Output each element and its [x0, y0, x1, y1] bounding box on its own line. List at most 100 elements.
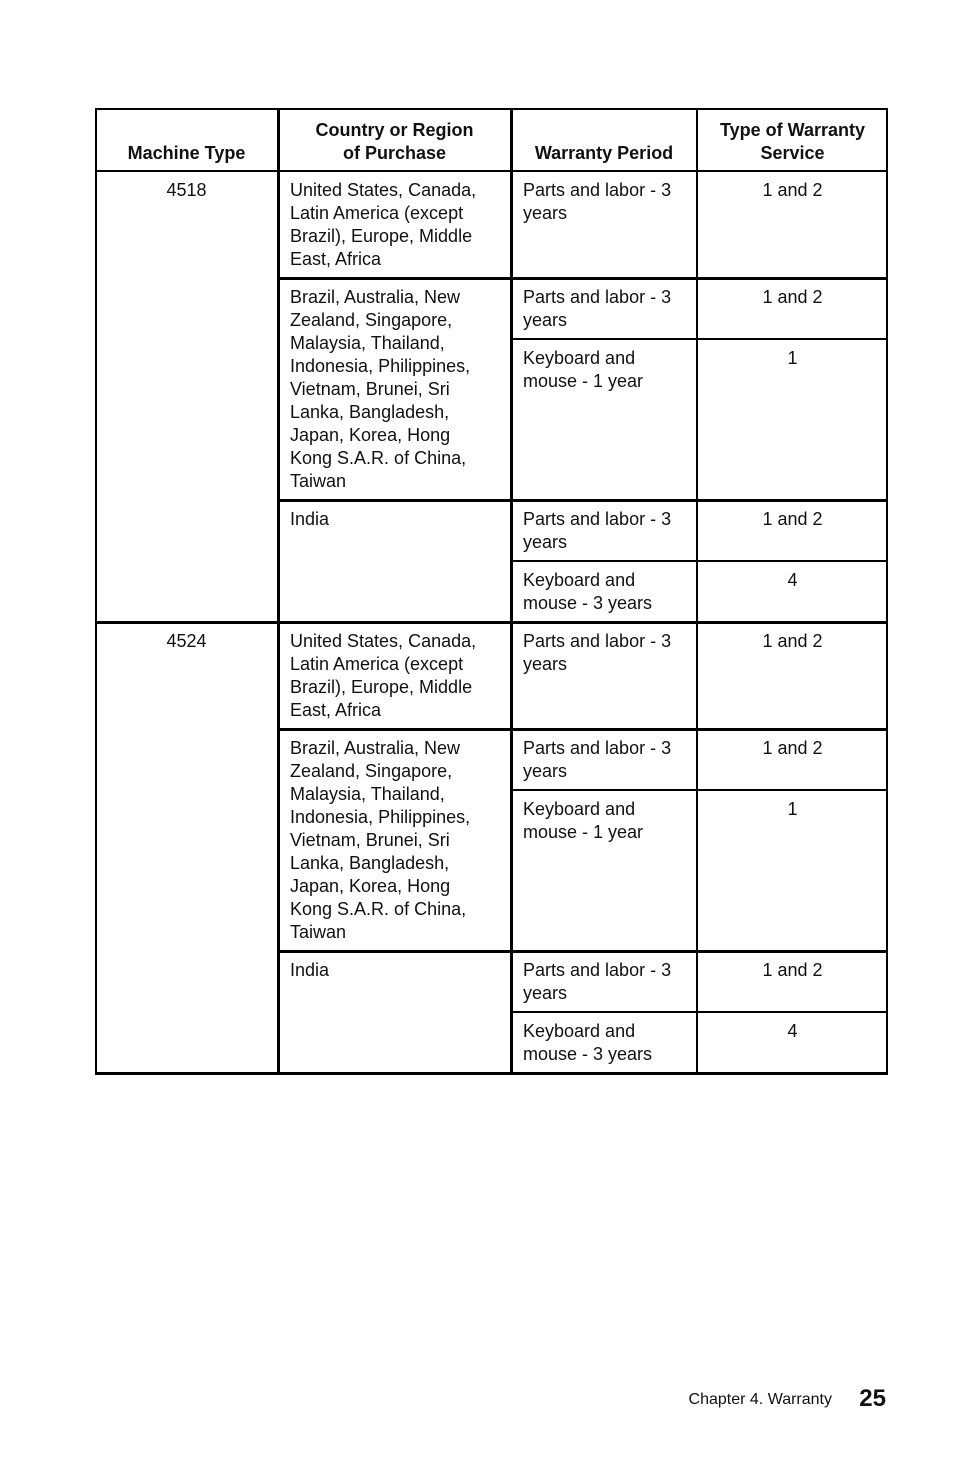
warranty-period-cell-line: mouse - 1 year	[523, 822, 644, 842]
warranty-period-cell-line: mouse - 3 years	[523, 1044, 653, 1064]
warranty-period-cell: Keyboard and mouse - 1 year	[511, 798, 697, 844]
warranty-period-cell-line: years	[523, 761, 568, 781]
service-type-cell: 1 and 2	[762, 180, 823, 200]
region-cell-line: Lanka, Bangladesh,	[290, 853, 450, 873]
service-type-cell: 1 and 2	[762, 631, 823, 651]
region-cell-line: United States, Canada,	[290, 631, 477, 651]
warranty-period-cell-line: Parts and labor - 3	[523, 287, 672, 307]
table-rule	[696, 109, 698, 1074]
warranty-period-cell-line: Parts and labor - 3	[523, 738, 672, 758]
table-rule	[278, 728, 888, 731]
region-cell-line: Kong S.A.R. of China,	[290, 448, 467, 468]
page-footer: Chapter 4. Warranty 25	[0, 1385, 954, 1415]
warranty-period-cell: Keyboard and mouse - 1 year	[511, 347, 697, 393]
warranty-period-cell-line: Keyboard and	[523, 1021, 636, 1041]
region-cell-line: Brazil), Europe, Middle	[290, 226, 473, 246]
warranty-period-cell-line: Keyboard and	[523, 799, 636, 819]
header-country: Country or Region of Purchase	[278, 119, 511, 165]
header-machine-type: Machine Type	[95, 142, 278, 165]
warranty-period-cell: Keyboard and mouse - 3 years	[511, 1020, 697, 1066]
region-cell-line: Brazil, Australia, New	[290, 738, 461, 758]
region-cell-line: United States, Canada,	[290, 180, 477, 200]
header-text: Service	[760, 143, 825, 163]
service-type-cell: 4	[787, 1021, 798, 1041]
region-cell-line: Taiwan	[290, 471, 347, 491]
service-type-cell: 1	[787, 799, 798, 819]
region-cell-line: Zealand, Singapore,	[290, 761, 453, 781]
warranty-period-cell-line: years	[523, 983, 568, 1003]
table-rule	[510, 109, 513, 1074]
table-rule	[278, 277, 888, 280]
warranty-period-cell-line: years	[523, 654, 568, 674]
region-cell-line: Indonesia, Philippines,	[290, 807, 471, 827]
service-type-cell: 1 and 2	[762, 738, 823, 758]
table-rule	[95, 1072, 888, 1075]
header-text: Machine Type	[127, 143, 246, 163]
service-type-cell: 4	[787, 570, 798, 590]
region-cell-line: Taiwan	[290, 922, 347, 942]
region-cell-line: Lanka, Bangladesh,	[290, 402, 450, 422]
region-cell-line: India	[290, 960, 330, 980]
table-rule	[95, 170, 888, 172]
warranty-period-cell-line: Parts and labor - 3	[523, 509, 672, 529]
warranty-period-cell: Parts and labor - 3 years	[511, 179, 697, 225]
warranty-period-cell-line: years	[523, 310, 568, 330]
region-cell-line: Zealand, Singapore,	[290, 310, 453, 330]
warranty-period-cell: Keyboard and mouse - 3 years	[511, 569, 697, 615]
service-type-cell: 1 and 2	[762, 509, 823, 529]
table-rule	[95, 108, 888, 110]
region-cell: United States, Canada, Latin America (exc…	[278, 179, 511, 271]
region-cell: United States, Canada, Latin America (exc…	[278, 630, 511, 722]
header-text: Warranty Period	[534, 143, 674, 163]
region-cell-line: East, Africa	[290, 700, 382, 720]
region-cell-line: Malaysia, Thailand,	[290, 784, 445, 804]
machine-type-cell: 4518	[166, 180, 207, 200]
region-cell-line: Kong S.A.R. of China,	[290, 899, 467, 919]
region-cell-line: Vietnam, Brunei, Sri	[290, 379, 450, 399]
warranty-period-cell: Parts and labor - 3 years	[511, 959, 697, 1005]
page-number: 25	[859, 1385, 886, 1412]
table-rule	[277, 109, 280, 1074]
warranty-period-cell-line: Parts and labor - 3	[523, 960, 672, 980]
service-type-cell: 1 and 2	[762, 287, 823, 307]
table-rule	[278, 499, 888, 502]
machine-type-cell: 4524	[166, 631, 207, 651]
region-cell-line: Malaysia, Thailand,	[290, 333, 445, 353]
warranty-table: Machine Type Country or Region of Purcha…	[95, 108, 888, 1075]
region-cell: India	[278, 508, 511, 531]
warranty-period-cell-line: Keyboard and	[523, 348, 636, 368]
region-cell-line: Japan, Korea, Hong	[290, 425, 451, 445]
region-cell-line: Vietnam, Brunei, Sri	[290, 830, 450, 850]
table-rule	[511, 560, 888, 562]
table-rule	[511, 1011, 888, 1013]
warranty-period-cell-line: Keyboard and	[523, 570, 636, 590]
header-warranty-period: Warranty Period	[511, 142, 697, 165]
warranty-period-cell-line: mouse - 3 years	[523, 593, 653, 613]
region-cell-line: Indonesia, Philippines,	[290, 356, 471, 376]
table-rule	[278, 950, 888, 953]
region-cell-line: East, Africa	[290, 249, 382, 269]
region-cell-line: India	[290, 509, 330, 529]
region-cell: Brazil, Australia, New Zealand, Singapore…	[278, 286, 511, 493]
table-rule	[95, 109, 97, 1074]
table-rule	[886, 109, 888, 1074]
warranty-period-cell: Parts and labor - 3 years	[511, 737, 697, 783]
header-text: Type of Warranty	[719, 120, 866, 140]
chapter-title: Chapter 4. Warranty	[688, 1391, 832, 1408]
warranty-period-cell-line: years	[523, 532, 568, 552]
service-type-cell: 1	[787, 348, 798, 368]
region-cell-line: Brazil), Europe, Middle	[290, 677, 473, 697]
header-service-type: Type of Warranty Service	[697, 119, 888, 165]
table-rule	[511, 338, 888, 340]
warranty-period-cell-line: Parts and labor - 3	[523, 631, 672, 651]
table-rule	[95, 621, 888, 624]
header-text: of Purchase	[342, 143, 447, 163]
region-cell-line: Japan, Korea, Hong	[290, 876, 451, 896]
warranty-period-cell-line: mouse - 1 year	[523, 371, 644, 391]
warranty-period-cell-line: years	[523, 203, 568, 223]
table-rule	[511, 789, 888, 791]
region-cell: Brazil, Australia, New Zealand, Singapore…	[278, 737, 511, 944]
region-cell-line: Latin America (except	[290, 654, 464, 674]
header-text: Country or Region	[315, 120, 474, 140]
warranty-period-cell: Parts and labor - 3 years	[511, 630, 697, 676]
